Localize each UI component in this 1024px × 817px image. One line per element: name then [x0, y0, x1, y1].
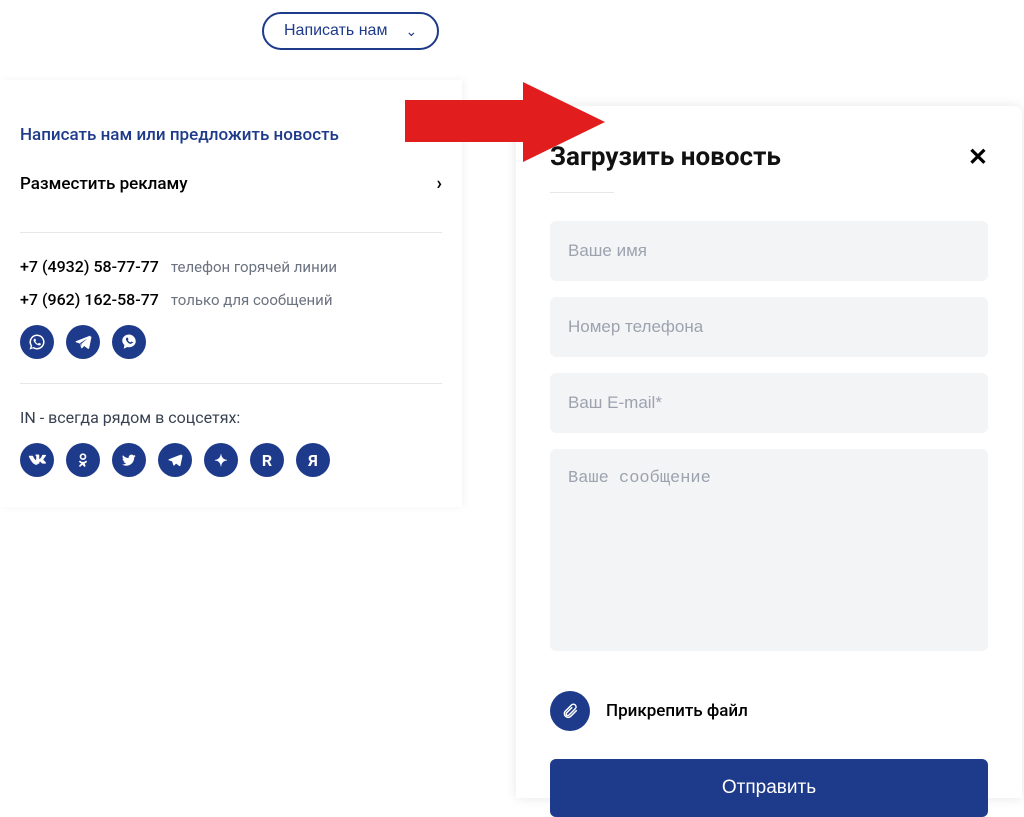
- messenger-icons: [20, 325, 442, 359]
- write-us-dropdown[interactable]: Написать нам ⌄: [262, 12, 439, 50]
- dropdown-label: Написать нам: [284, 22, 387, 40]
- menu-label: Написать нам или предложить новость: [20, 125, 339, 145]
- paperclip-icon: [550, 691, 590, 731]
- vk-icon[interactable]: [20, 443, 54, 477]
- whatsapp-icon[interactable]: [20, 325, 54, 359]
- menu-item-write-news[interactable]: Написать нам или предложить новость ›: [20, 110, 442, 159]
- menu-item-advertise[interactable]: Разместить рекламу ›: [20, 159, 442, 208]
- attach-file-button[interactable]: Прикрепить файл: [550, 691, 988, 731]
- email-input[interactable]: [550, 373, 988, 433]
- social-icons: ✦ R Я: [20, 443, 442, 477]
- menu-label: Разместить рекламу: [20, 174, 188, 194]
- yandex-icon[interactable]: Я: [296, 443, 330, 477]
- twitter-icon[interactable]: [112, 443, 146, 477]
- phone-input[interactable]: [550, 297, 988, 357]
- telegram-social-icon[interactable]: [158, 443, 192, 477]
- phone-label: только для сообщений: [171, 291, 333, 309]
- name-input[interactable]: [550, 221, 988, 281]
- phone-number[interactable]: +7 (4932) 58-77-77: [20, 257, 159, 276]
- modal-header: Загрузить новость ✕: [550, 142, 988, 172]
- phone-row: +7 (962) 162-58-77 только для сообщений: [20, 290, 442, 309]
- phone-number[interactable]: +7 (962) 162-58-77: [20, 290, 159, 309]
- telegram-icon[interactable]: [66, 325, 100, 359]
- divider: [20, 232, 442, 233]
- viber-icon[interactable]: [112, 325, 146, 359]
- divider: [20, 383, 442, 384]
- close-icon[interactable]: ✕: [968, 145, 988, 169]
- upload-news-modal: Загрузить новость ✕ Прикрепить файл Отпр…: [516, 106, 1022, 798]
- message-textarea[interactable]: [550, 449, 988, 651]
- social-label: IN - всегда рядом в соцсетях:: [20, 408, 442, 427]
- arrow-annotation: [405, 82, 605, 162]
- phone-row: +7 (4932) 58-77-77 телефон горячей линии: [20, 257, 442, 276]
- r-icon[interactable]: R: [250, 443, 284, 477]
- chevron-down-icon: ⌄: [405, 23, 417, 40]
- submit-button[interactable]: Отправить: [550, 759, 988, 817]
- ok-icon[interactable]: [66, 443, 100, 477]
- divider: [550, 192, 614, 193]
- contact-panel: Написать нам или предложить новость › Ра…: [0, 80, 462, 507]
- phone-label: телефон горячей линии: [171, 258, 337, 276]
- star-icon[interactable]: ✦: [204, 443, 238, 477]
- chevron-right-icon: ›: [437, 173, 442, 194]
- attach-label: Прикрепить файл: [606, 701, 748, 721]
